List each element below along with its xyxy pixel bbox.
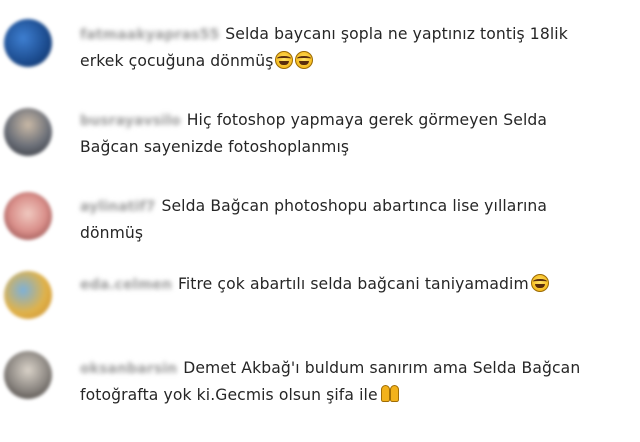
- comment-line: dönmüş: [80, 220, 636, 247]
- face-with-tears-of-joy-icon: [295, 51, 314, 69]
- username-link[interactable]: fatmaakyapras55: [80, 22, 219, 49]
- comment-line-text: erkek çocuğuna dönmüş: [80, 52, 274, 70]
- comment-line-text: Fitre çok abartılı selda bağcani taniyam…: [177, 275, 529, 293]
- comment-text: fatmaakyapras55 Selda baycanı şopla ne ya…: [80, 21, 636, 75]
- folded-hands-icon: [380, 385, 400, 403]
- comment-line: Bağcan sayenizde fotoshoplanmış: [80, 134, 636, 161]
- comment-text: aylinatif7 Selda Bağcan photoshopu abartı…: [80, 193, 636, 247]
- comment-line: erkek çocuğuna dönmüş: [80, 48, 636, 75]
- comment-line: aylinatif7 Selda Bağcan photoshopu abartı…: [80, 193, 636, 220]
- comment-text: oksanbarsin Demet Akbağ'ı buldum sanırım …: [80, 355, 636, 409]
- comment-line: eda.celmen Fitre çok abartılı selda bağca…: [80, 271, 636, 298]
- avatar[interactable]: [4, 192, 52, 240]
- username-link[interactable]: eda.celmen: [80, 272, 172, 299]
- avatar[interactable]: [4, 271, 52, 319]
- username-link[interactable]: aylinatif7: [80, 194, 155, 221]
- comment-text: eda.celmen Fitre çok abartılı selda bağca…: [80, 271, 636, 298]
- face-with-tears-of-joy-icon: [530, 274, 549, 292]
- comment-line-text: Bağcan sayenizde fotoshoplanmış: [80, 138, 350, 156]
- avatar[interactable]: [4, 19, 52, 67]
- comment-line-text: Selda baycanı şopla ne yaptınız tontiş 1…: [225, 25, 568, 43]
- username-link[interactable]: oksanbarsin: [80, 356, 177, 383]
- avatar[interactable]: [4, 108, 52, 156]
- comment-line-text: Hiç fotoshop yapmaya gerek görmeyen Seld…: [186, 111, 548, 129]
- comment-line-text: fotoğrafta yok ki.Gecmis olsun şifa ile: [80, 386, 378, 404]
- face-with-tears-of-joy-icon: [275, 51, 294, 69]
- comment-line: busrayavsilo Hiç fotoshop yapmaya gerek g…: [80, 107, 636, 134]
- comment-line: fatmaakyapras55 Selda baycanı şopla ne ya…: [80, 21, 636, 48]
- comment-line: fotoğrafta yok ki.Gecmis olsun şifa ile: [80, 382, 636, 409]
- comment-line-text: dönmüş: [80, 224, 144, 242]
- avatar[interactable]: [4, 351, 52, 399]
- comment-line-text: Selda Bağcan photoshopu abartınca lise y…: [161, 197, 548, 215]
- comment-text: busrayavsilo Hiç fotoshop yapmaya gerek g…: [80, 107, 636, 161]
- comment-line: oksanbarsin Demet Akbağ'ı buldum sanırım …: [80, 355, 636, 382]
- username-link[interactable]: busrayavsilo: [80, 108, 181, 135]
- comment-line-text: Demet Akbağ'ı buldum sanırım ama Selda B…: [183, 359, 581, 377]
